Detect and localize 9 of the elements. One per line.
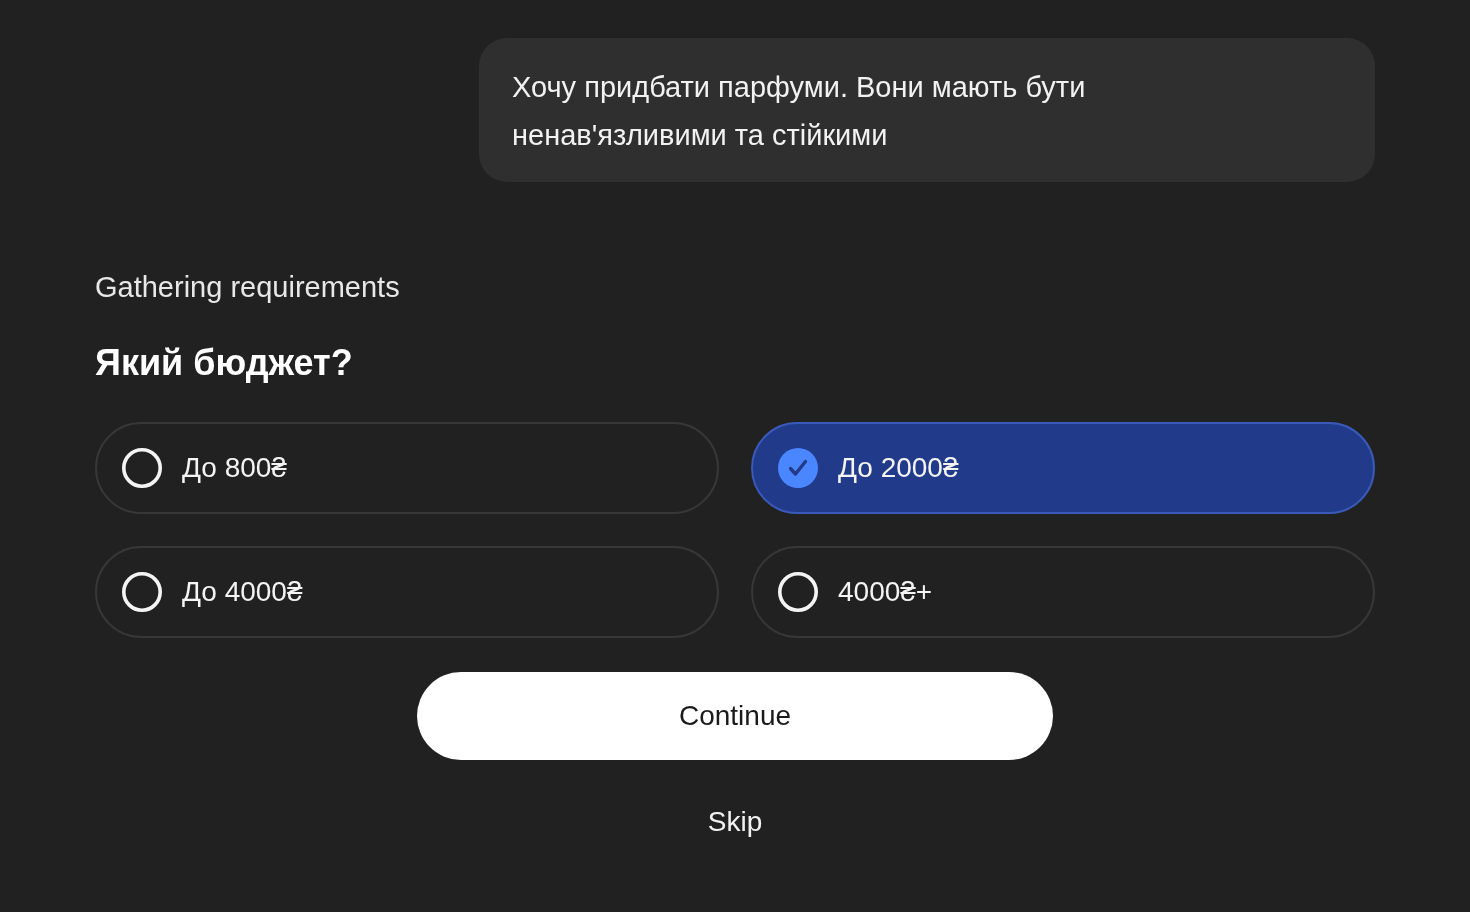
continue-button[interactable]: Continue: [417, 672, 1053, 760]
budget-option[interactable]: До 2000₴: [751, 422, 1375, 514]
status-text: Gathering requirements: [95, 270, 401, 305]
skip-link[interactable]: Skip: [707, 802, 763, 842]
budget-option[interactable]: 4000₴+: [751, 546, 1375, 638]
budget-option[interactable]: До 800₴: [95, 422, 719, 514]
budget-option[interactable]: До 4000₴: [95, 546, 719, 638]
message-bubble: Хочу придбати парфуми. Вони мають бути ненав'язливими та стійкими: [479, 38, 1375, 182]
question-heading: Який бюджет?: [95, 341, 354, 385]
